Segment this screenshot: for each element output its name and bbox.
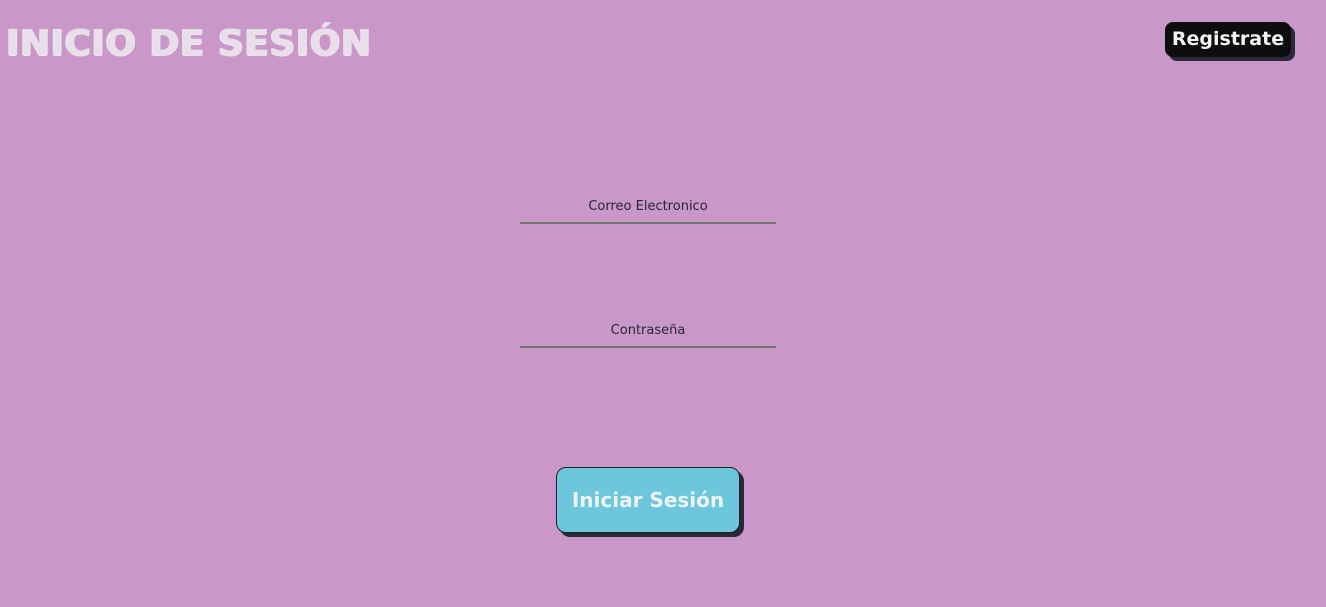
email-field-group	[520, 196, 776, 224]
email-field[interactable]	[520, 196, 776, 224]
password-field[interactable]	[520, 320, 776, 348]
password-field-group	[520, 320, 776, 348]
register-button[interactable]: Registrate	[1165, 22, 1291, 57]
login-button[interactable]: Iniciar Sesión	[556, 467, 740, 533]
page-title: INICIO DE SESIÓN	[6, 23, 372, 64]
